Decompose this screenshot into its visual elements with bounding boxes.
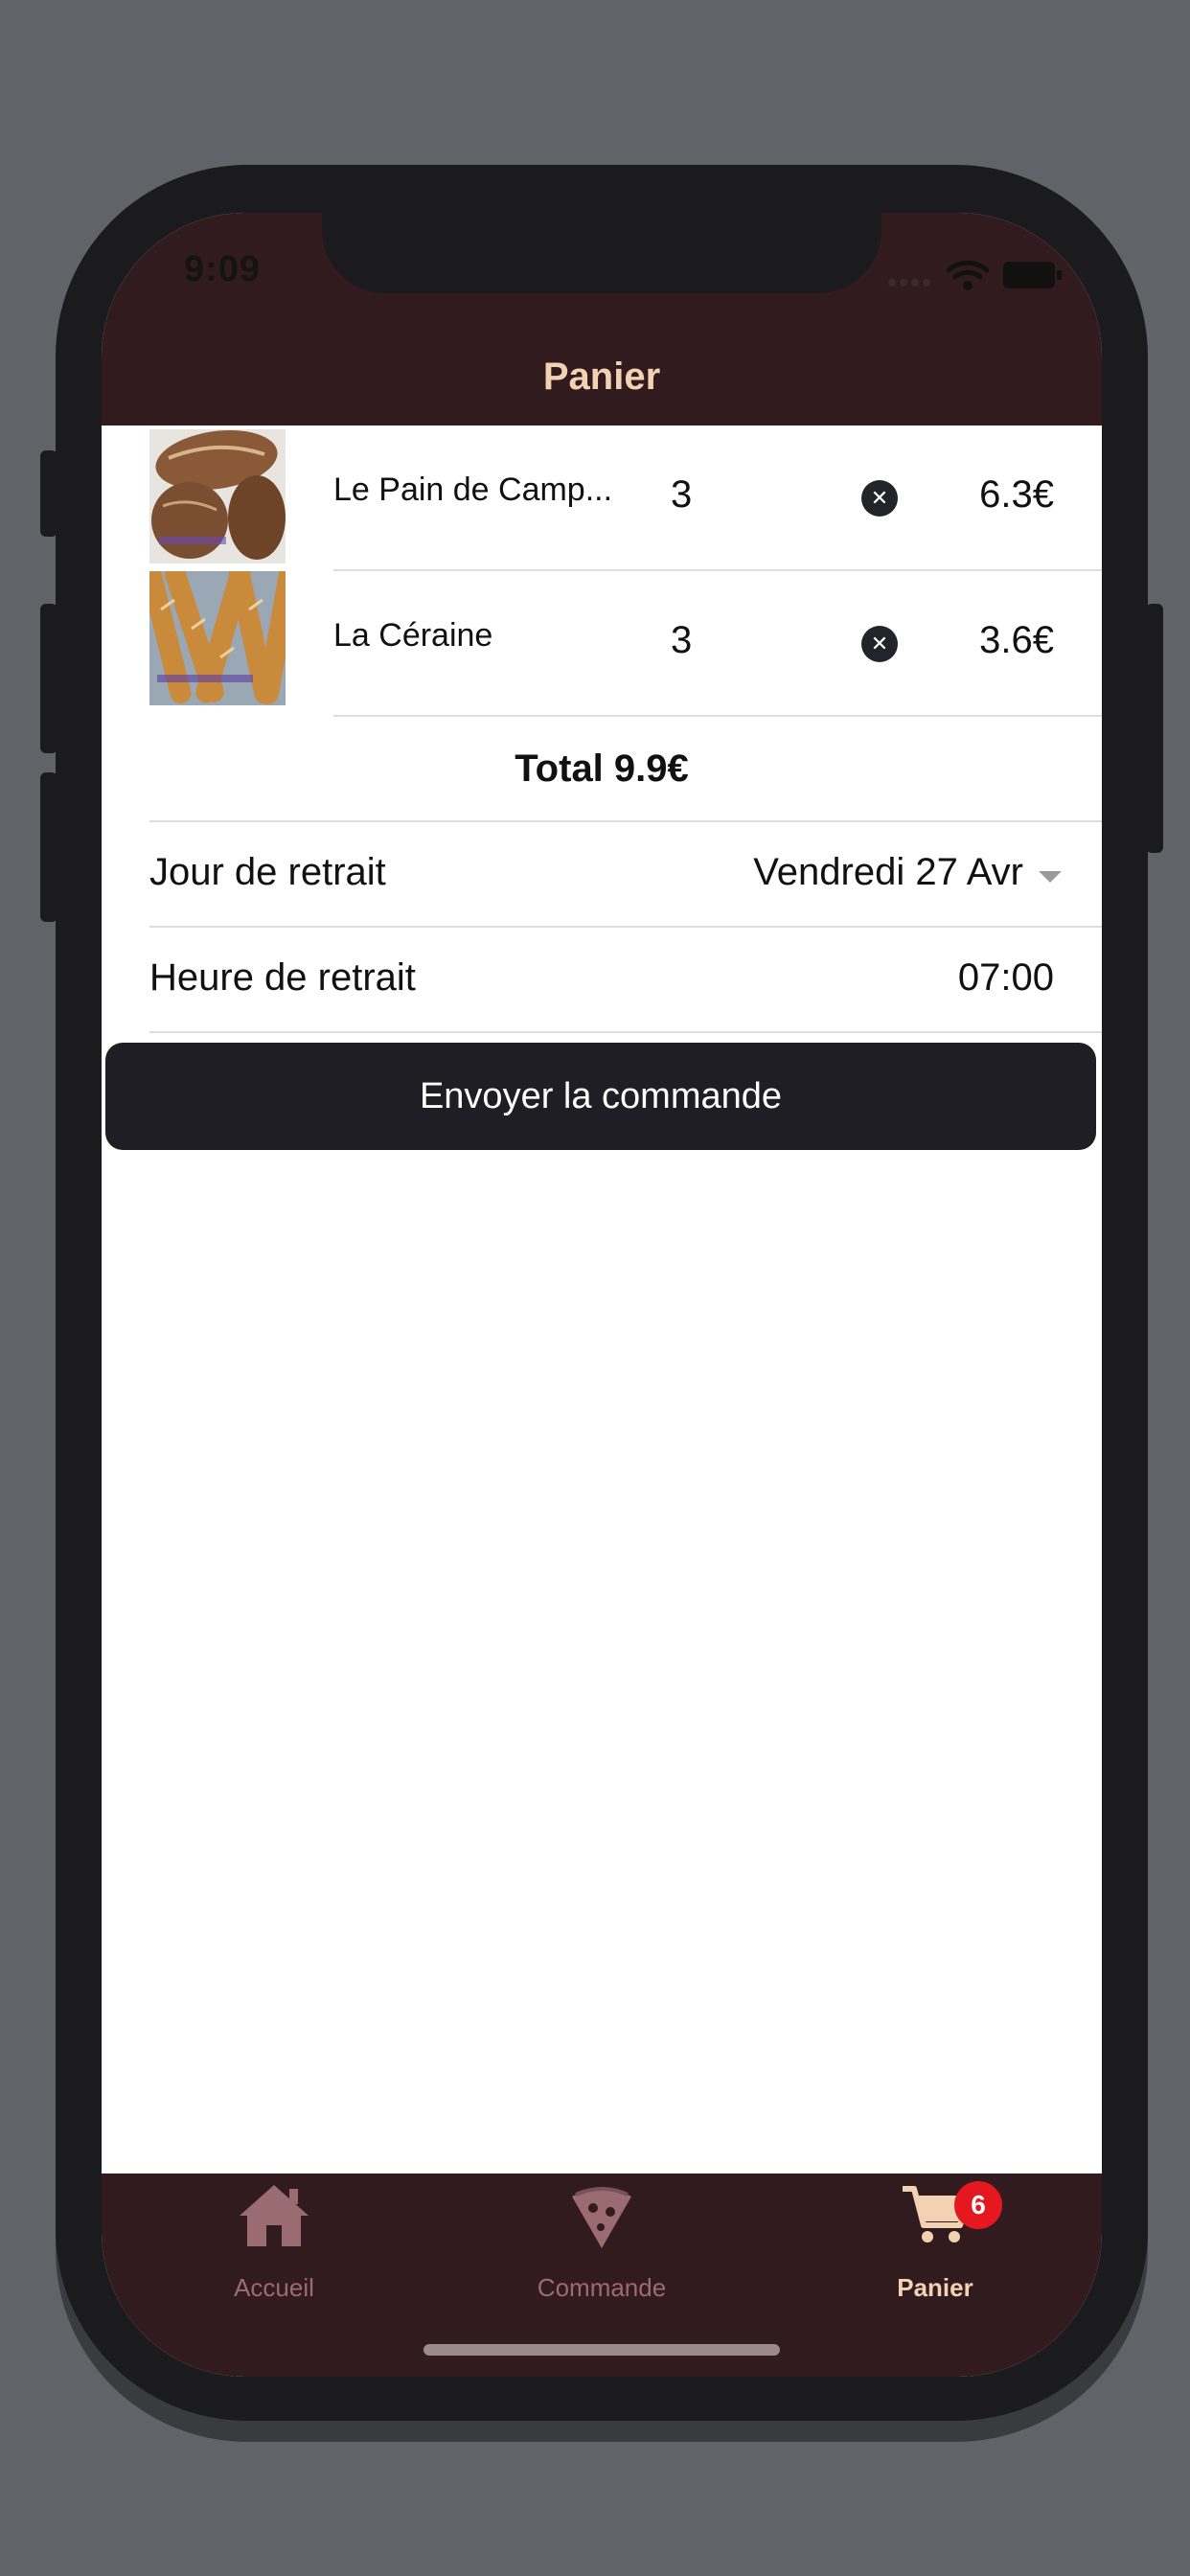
send-order-button[interactable]: Envoyer la commande bbox=[105, 1043, 1096, 1150]
product-thumbnail bbox=[149, 571, 286, 705]
mute-switch bbox=[40, 450, 57, 537]
battery-icon bbox=[1002, 261, 1064, 294]
wifi-icon bbox=[946, 259, 990, 296]
product-thumbnail bbox=[149, 429, 286, 564]
pickup-day-value: Vendredi 27 Avr bbox=[753, 851, 1023, 893]
divider bbox=[333, 715, 1102, 717]
tab-label: Commande bbox=[537, 2273, 667, 2302]
cart-item[interactable]: Le Pain de Camp... 3 ✕ 6.3€ bbox=[102, 426, 1102, 569]
divider bbox=[149, 1031, 1102, 1033]
navigation-bar: Panier bbox=[102, 328, 1102, 426]
page-title: Panier bbox=[542, 355, 661, 398]
dropdown-arrow-icon bbox=[1039, 851, 1062, 894]
product-price: 3.6€ bbox=[979, 619, 1054, 661]
close-circle-icon: ✕ bbox=[870, 486, 889, 510]
signal-icon bbox=[887, 276, 935, 294]
home-icon bbox=[238, 2183, 310, 2253]
close-circle-icon: ✕ bbox=[870, 632, 889, 656]
tab-accueil[interactable]: Accueil bbox=[149, 2174, 399, 2317]
product-price: 6.3€ bbox=[979, 473, 1054, 516]
notch bbox=[322, 213, 881, 293]
tab-label: Accueil bbox=[234, 2273, 314, 2302]
product-name: La Céraine bbox=[333, 617, 493, 654]
tab-panier[interactable]: 6 Panier bbox=[811, 2174, 1060, 2317]
pickup-day-label: Jour de retrait bbox=[149, 851, 386, 893]
tab-label: Panier bbox=[897, 2273, 973, 2302]
power-button bbox=[1146, 604, 1163, 853]
cart-total: Total 9.9€ bbox=[515, 748, 689, 790]
remove-item-button[interactable]: ✕ bbox=[861, 626, 898, 662]
cart-count-badge: 6 bbox=[954, 2181, 1002, 2229]
status-time: 9:09 bbox=[184, 249, 262, 289]
cart-item[interactable]: La Céraine 3 ✕ 3.6€ bbox=[102, 571, 1102, 715]
pickup-hour-field[interactable]: 07:00 bbox=[958, 956, 1054, 1000]
pizza-icon bbox=[568, 2183, 635, 2255]
send-order-label: Envoyer la commande bbox=[419, 1075, 783, 1116]
home-indicator[interactable] bbox=[423, 2344, 780, 2356]
product-quantity[interactable]: 3 bbox=[671, 619, 692, 662]
divider bbox=[149, 926, 1102, 928]
pickup-hour-label: Heure de retrait bbox=[149, 956, 416, 999]
volume-down-button bbox=[40, 772, 57, 922]
product-name: Le Pain de Camp... bbox=[333, 472, 613, 508]
product-quantity[interactable]: 3 bbox=[671, 473, 692, 517]
pickup-day-select[interactable]: Vendredi 27 Avr bbox=[753, 851, 1062, 894]
divider bbox=[149, 820, 1102, 822]
remove-item-button[interactable]: ✕ bbox=[861, 480, 898, 517]
app-screen: 9:09 Panier Le Pain de Camp... 3 ✕ 6.3€ … bbox=[102, 213, 1102, 2377]
volume-up-button bbox=[40, 604, 57, 753]
tab-commande[interactable]: Commande bbox=[477, 2174, 726, 2317]
